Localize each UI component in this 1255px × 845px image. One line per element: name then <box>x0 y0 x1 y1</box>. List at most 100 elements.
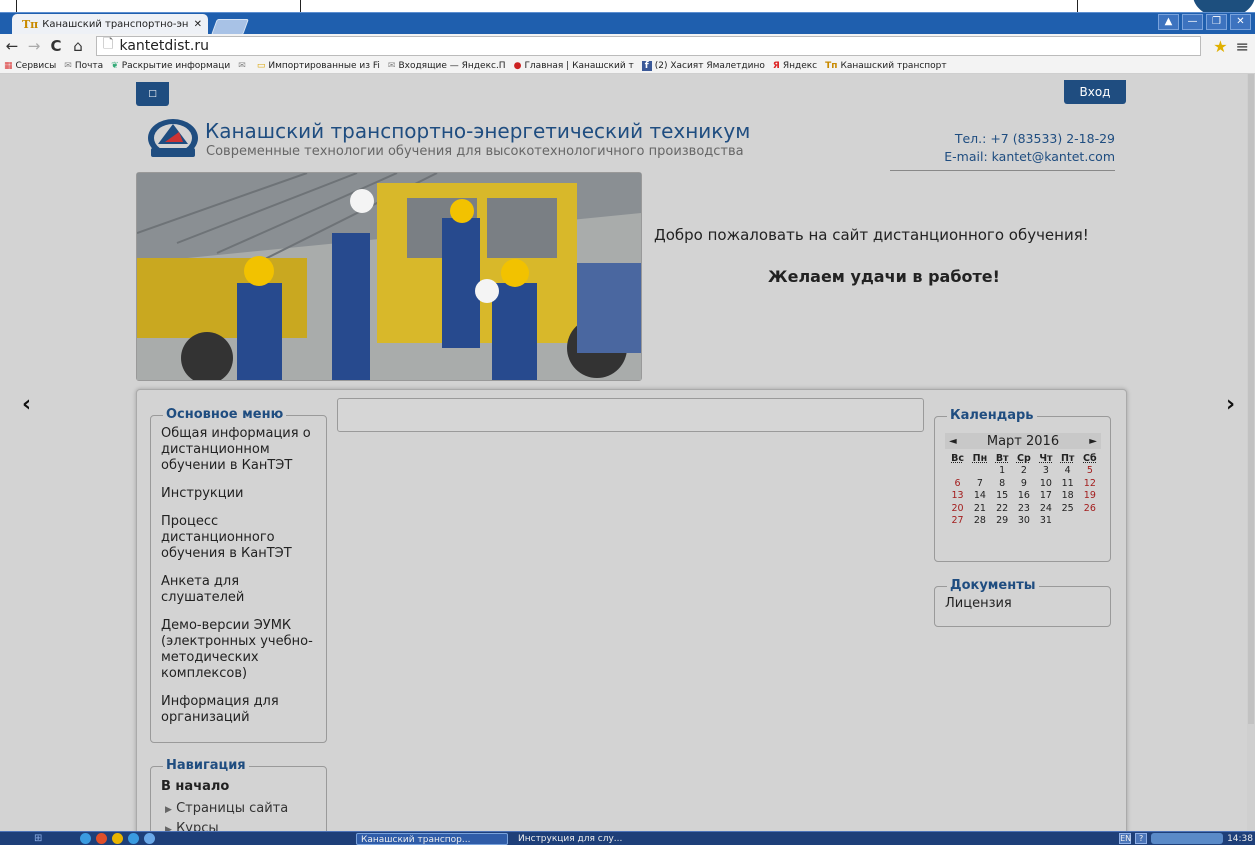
calendar-day <box>968 465 992 478</box>
menu-item-general-info[interactable]: Общая информация о дистанционном обучени… <box>161 426 325 474</box>
tab-close-icon[interactable]: ✕ <box>194 19 202 30</box>
user-icon[interactable]: ▲ <box>1158 14 1179 30</box>
scrollbar-thumb[interactable] <box>1248 74 1254 724</box>
bookmark-star-icon[interactable]: ★ <box>1213 37 1227 56</box>
prev-month-icon[interactable]: ◄ <box>949 436 957 447</box>
calendar-day: 24 <box>1039 502 1052 514</box>
email-text: E-mail: kantet@kantet.com <box>944 149 1115 164</box>
yandex-icon: Я <box>772 60 780 71</box>
start-button-icon[interactable]: ⊞ <box>34 833 42 844</box>
explorer-icon[interactable] <box>112 833 123 844</box>
calendar-month: Март 2016 <box>986 433 1060 449</box>
site-icon: ● <box>513 60 522 71</box>
home-icon[interactable]: ⌂ <box>68 37 88 55</box>
bookmark-imported[interactable]: ▭ Импортированные из Fi <box>257 61 380 71</box>
dock-toggle-button[interactable]: □ <box>136 82 169 106</box>
calendar-day: 12 <box>1083 477 1096 489</box>
bookmark-mail-2[interactable]: ✉ <box>238 61 249 71</box>
bookmark-main[interactable]: ● Главная | Канашский т <box>514 61 634 71</box>
site-icon: Тп <box>825 60 838 71</box>
close-window-button[interactable]: ✕ <box>1230 14 1251 30</box>
calendar-day <box>1079 515 1101 528</box>
college-logo-icon <box>148 119 198 157</box>
opera-icon[interactable] <box>96 833 107 844</box>
back-icon[interactable]: ← <box>2 37 22 55</box>
calendar-day: 9 <box>1020 477 1027 489</box>
menu-item-instructions[interactable]: Инструкции <box>161 486 325 502</box>
taskbar-item-browser[interactable]: Канашский транспор... <box>356 833 508 845</box>
day-name: Вт <box>995 452 1009 464</box>
menu-item-questionnaire[interactable]: Анкета для слушателей <box>161 574 325 606</box>
chevron-right-icon[interactable]: › <box>1226 392 1235 417</box>
calendar-day: 11 <box>1061 477 1074 489</box>
system-tray: EN ? 14:38 <box>1119 833 1255 844</box>
calendar-day: 15 <box>996 490 1009 502</box>
menu-item-learning-process[interactable]: Процесс дистанционного обучения в КанТЭТ <box>161 514 325 562</box>
navigation-title: Навигация <box>163 758 249 773</box>
calendar-day: 10 <box>1039 477 1052 489</box>
forward-icon[interactable]: → <box>24 37 44 55</box>
day-name: Пн <box>972 452 988 464</box>
triangle-right-icon: ▶ <box>165 805 172 815</box>
calendar-grid: Вс Пн Вт Ср Чт Пт Сб 1 2 3 4 5 6 7 8 9 1… <box>947 452 1101 527</box>
nav-item-courses[interactable]: ▶ Курсы <box>165 821 219 831</box>
app-icon[interactable] <box>144 833 155 844</box>
browser-tab[interactable]: Тп Канашский транспортно-эн ✕ <box>12 14 208 35</box>
url-text: kantetdist.ru <box>119 38 209 54</box>
taskbar-item-document[interactable]: Инструкция для слу... <box>514 833 664 845</box>
day-name: Чт <box>1039 452 1053 464</box>
bookmarks-bar: ▦ Сервисы ✉ Почта ❦ Раскрытие информаци ✉ ▭… <box>0 58 1255 74</box>
folder-icon: ▭ <box>256 60 266 71</box>
calendar-day: 14 <box>973 490 986 502</box>
chrome-menu-icon[interactable]: ≡ <box>1236 37 1249 56</box>
ie-icon[interactable] <box>128 833 139 844</box>
tray-icons[interactable] <box>1151 833 1224 844</box>
chevron-left-icon[interactable]: ‹ <box>22 392 31 417</box>
calendar-day: 20 <box>951 502 964 514</box>
navigation-block: Навигация В начало ▶ Страницы сайта ▶ Ку… <box>150 758 327 831</box>
menu-item-demo-versions[interactable]: Демо-версии ЭУМК (электронных учебно-мет… <box>161 618 325 682</box>
language-indicator[interactable]: EN <box>1119 833 1131 844</box>
maximize-button[interactable]: ❐ <box>1206 14 1227 30</box>
document-link-license[interactable]: Лицензия <box>945 596 1012 611</box>
ie-icon[interactable] <box>80 833 91 844</box>
bookmark-mail[interactable]: ✉ Почта <box>64 61 103 71</box>
bookmark-inbox[interactable]: ✉ Входящие — Яндекс.П <box>388 61 506 71</box>
next-month-icon[interactable]: ► <box>1089 436 1097 447</box>
welcome-text: Добро пожаловать на сайт дистанционного … <box>654 226 1089 244</box>
calendar-day: 23 <box>1017 502 1030 514</box>
page-icon: 🗋 <box>103 37 114 52</box>
day-name: Сб <box>1083 452 1097 464</box>
calendar-week: 6 7 8 9 10 11 12 <box>947 477 1101 490</box>
bookmark-disclosure[interactable]: ❦ Раскрытие информаци <box>111 61 230 71</box>
documents-block: Документы Лицензия <box>934 578 1111 627</box>
bookmark-kantet[interactable]: Тп Канашский транспорт <box>825 61 947 71</box>
calendar-day: 13 <box>951 490 964 502</box>
calendar-day: 4 <box>1064 465 1071 477</box>
tab-title: Канашский транспортно-эн <box>42 19 189 30</box>
bookmark-yandex[interactable]: Я Яндекс <box>773 61 817 71</box>
contact-info: Тел.: +7 (83533) 2-18-29 E-mail: kantet@… <box>944 130 1115 166</box>
address-toolbar: ← → C ⌂ 🗋 kantetdist.ru ★ ≡ <box>0 34 1255 58</box>
page-scrollbar[interactable] <box>1247 74 1255 831</box>
browser-tab-bar: Тп Канашский транспортно-эн ✕ ▲ — ❐ ✕ <box>0 12 1255 35</box>
calendar-day: 25 <box>1061 502 1074 514</box>
facebook-icon: f <box>641 60 652 71</box>
minimize-button[interactable]: — <box>1182 14 1203 30</box>
nav-home-link[interactable]: В начало <box>161 779 229 794</box>
reload-icon[interactable]: C <box>46 37 66 55</box>
login-button[interactable]: Вход <box>1064 80 1126 104</box>
url-field[interactable]: 🗋 kantetdist.ru <box>96 36 1202 56</box>
new-tab-button[interactable] <box>211 19 249 35</box>
leaf-icon: ❦ <box>111 60 119 71</box>
bookmark-services[interactable]: ▦ Сервисы <box>4 61 56 71</box>
calendar-day: 7 <box>976 477 983 489</box>
bookmark-facebook[interactable]: f (2) Хасият Ямалетдино <box>641 60 765 71</box>
main-menu-list: Общая информация о дистанционном обучени… <box>161 426 325 738</box>
grid-icon: ▦ <box>4 60 13 71</box>
nav-item-site-pages[interactable]: ▶ Страницы сайта <box>165 801 288 816</box>
menu-item-organizations[interactable]: Информация для организаций <box>161 694 325 726</box>
calendar-day: 21 <box>973 502 986 514</box>
help-icon[interactable]: ? <box>1135 833 1148 844</box>
calendar-day: 22 <box>996 502 1009 514</box>
